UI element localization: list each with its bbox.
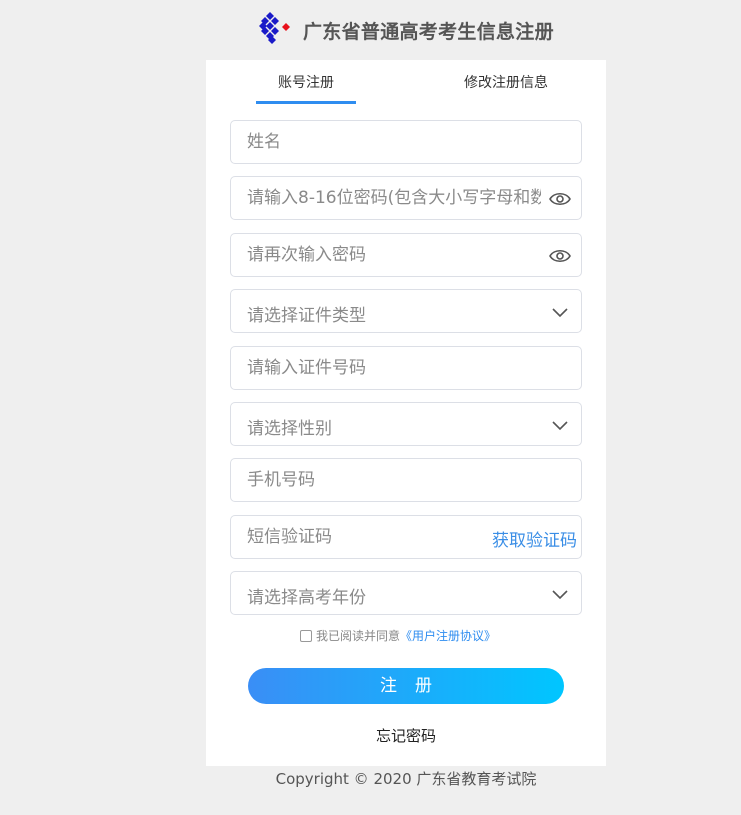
chevron-down-icon: [552, 421, 568, 431]
page-header: 广东省普通高考考生信息注册: [0, 0, 741, 60]
id-number-input[interactable]: [231, 347, 581, 389]
active-tab-indicator: [256, 101, 356, 104]
eye-icon[interactable]: [549, 246, 571, 266]
exam-year-placeholder: 请选择高考年份: [247, 588, 366, 608]
agreement-checkbox[interactable]: [300, 630, 312, 642]
get-sms-code-button[interactable]: 获取验证码: [492, 526, 577, 551]
exam-year-select[interactable]: 请选择高考年份: [230, 571, 582, 615]
sms-code-field: 获取验证码: [230, 515, 582, 559]
phone-field: [230, 458, 582, 502]
agreement-row: 我已阅读并同意《用户注册协议》: [300, 627, 496, 645]
agree-text: 我已阅读并同意: [316, 629, 401, 643]
name-input[interactable]: [231, 121, 581, 163]
tab-account-register[interactable]: 账号注册: [256, 72, 356, 102]
id-type-placeholder: 请选择证件类型: [247, 306, 366, 326]
forgot-password-link[interactable]: 忘记密码: [206, 725, 606, 746]
register-button[interactable]: 注册: [248, 668, 564, 704]
copyright-text: Copyright © 2020 广东省教育考试院: [275, 770, 537, 788]
password-input[interactable]: [231, 177, 581, 219]
gaokao-logo-icon: [259, 12, 290, 44]
gender-placeholder: 请选择性别: [247, 419, 332, 439]
chevron-down-icon: [552, 308, 568, 318]
password-confirm-field: [230, 233, 582, 277]
id-type-select[interactable]: 请选择证件类型: [230, 289, 582, 333]
password-confirm-input[interactable]: [231, 234, 581, 276]
registration-card: 账号注册 修改注册信息 请选择证件类型 请选择性别: [206, 60, 606, 766]
phone-input[interactable]: [231, 459, 581, 501]
password-field: [230, 176, 582, 220]
id-number-field: [230, 346, 582, 390]
site-title: 广东省普通高考考生信息注册: [303, 21, 554, 43]
agreement-link[interactable]: 《用户注册协议》: [400, 629, 496, 643]
chevron-down-icon: [552, 590, 568, 600]
name-field: [230, 120, 582, 164]
eye-icon[interactable]: [549, 189, 571, 209]
gender-select[interactable]: 请选择性别: [230, 402, 582, 446]
tab-modify-registration[interactable]: 修改注册信息: [456, 72, 556, 102]
